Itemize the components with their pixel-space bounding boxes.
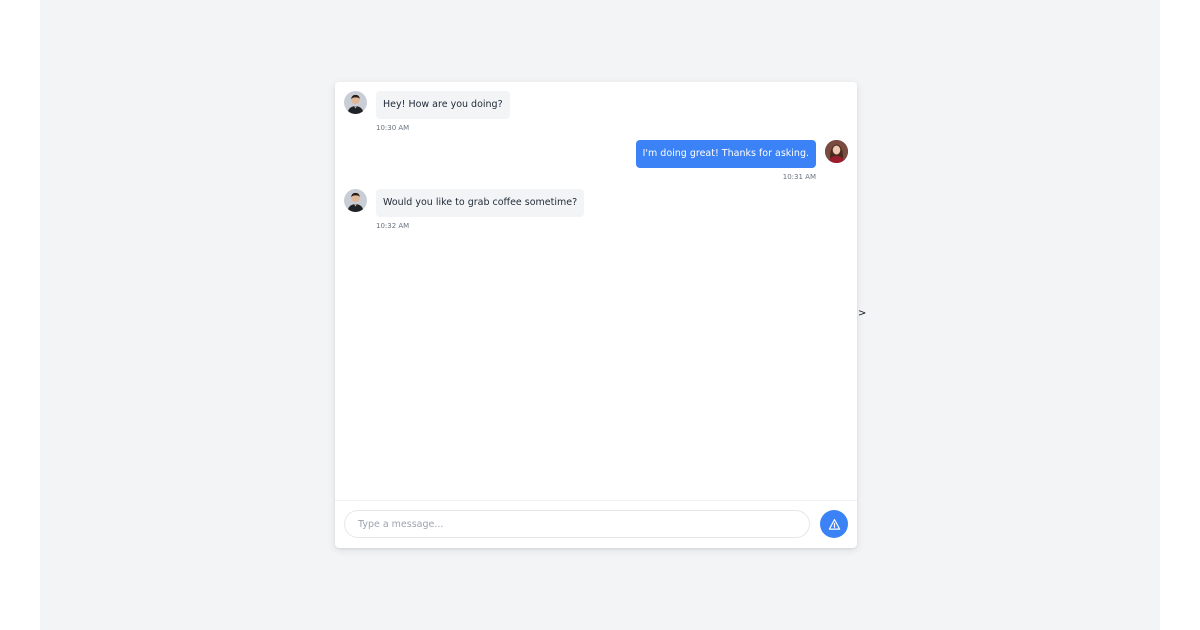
message-timestamp: 10:30 AM	[376, 124, 410, 132]
male-avatar[interactable]	[344, 91, 367, 114]
message-timestamp: 10:32 AM	[376, 222, 410, 230]
send-button[interactable]	[820, 510, 848, 538]
message-input[interactable]	[344, 510, 810, 538]
message-timestamp: 10:31 AM	[782, 173, 816, 181]
message-composer	[335, 500, 857, 548]
send-icon	[828, 518, 841, 531]
stray-text: >	[858, 308, 867, 319]
message-bubble[interactable]: I'm doing great! Thanks for asking.	[635, 140, 816, 168]
message-row-outgoing: I'm doing great! Thanks for asking. 10:3…	[635, 140, 848, 182]
message-bubble[interactable]: Would you like to grab coffee sometime?	[376, 189, 585, 217]
female-avatar[interactable]	[825, 140, 848, 163]
message-row-incoming: Would you like to grab coffee sometime? …	[344, 189, 585, 231]
message-row-incoming: Hey! How are you doing? 10:30 AM	[344, 91, 510, 133]
chat-window: Hey! How are you doing? 10:30 AM I'm doi…	[335, 82, 857, 548]
message-bubble[interactable]: Hey! How are you doing?	[376, 91, 510, 119]
male-avatar[interactable]	[344, 189, 367, 212]
message-list[interactable]: Hey! How are you doing? 10:30 AM I'm doi…	[335, 82, 857, 500]
